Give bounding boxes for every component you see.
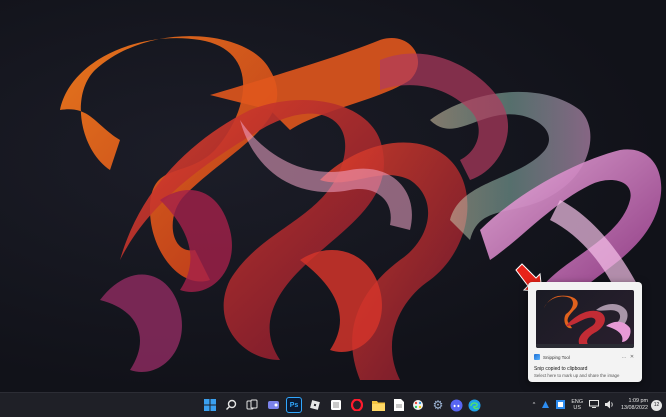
task-view-button[interactable] xyxy=(244,397,260,413)
app-icon xyxy=(331,400,341,410)
notification-header: Snipping Tool … ✕ xyxy=(534,352,636,362)
notification-title: Snip copied to clipboard xyxy=(534,366,588,372)
taskbar: Ps ⚙ ^ ENG US 1:09 pm 13/08/2022 12 xyxy=(0,392,666,417)
folder-icon xyxy=(371,400,385,411)
system-tray: ^ ENG US 1:09 pm 13/08/2022 12 xyxy=(530,393,666,417)
opera-icon xyxy=(351,399,363,411)
app-button[interactable] xyxy=(328,397,344,413)
tray-app-icon-2[interactable] xyxy=(556,399,566,411)
snipping-tool-icon xyxy=(534,354,540,360)
notification-count-badge[interactable]: 12 xyxy=(651,399,662,411)
volume-icon[interactable] xyxy=(605,400,615,411)
notification-app-name: Snipping Tool xyxy=(543,354,570,360)
photoshop-button[interactable]: Ps xyxy=(286,397,302,413)
tray-overflow-chevron[interactable]: ^ xyxy=(533,402,536,408)
language-indicator[interactable]: ENG US xyxy=(571,399,583,412)
opera-button[interactable] xyxy=(349,397,365,413)
task-view-icon xyxy=(246,399,258,410)
notification-subtitle[interactable]: Select here to mark up and share the ima… xyxy=(534,373,619,378)
notepad-button[interactable] xyxy=(391,397,407,413)
paint-button[interactable] xyxy=(410,397,426,413)
chat-button[interactable] xyxy=(265,397,281,413)
tray-app-icon[interactable] xyxy=(541,400,550,411)
snip-notification[interactable]: Snipping Tool … ✕ Snip copied to clipboa… xyxy=(528,282,642,382)
snip-thumbnail[interactable] xyxy=(536,290,634,348)
edge-icon xyxy=(468,399,480,411)
more-options-button[interactable]: … xyxy=(620,354,628,360)
close-notification-button[interactable]: ✕ xyxy=(628,354,636,360)
monitor-icon[interactable] xyxy=(589,400,600,410)
clock[interactable]: 1:09 pm 13/08/2022 xyxy=(621,398,648,413)
desktop[interactable]: Snipping Tool … ✕ Snip copied to clipboa… xyxy=(0,0,666,392)
discord-icon xyxy=(450,399,462,411)
roblox-button[interactable] xyxy=(307,397,323,413)
start-button[interactable] xyxy=(202,397,218,413)
windows-logo-icon xyxy=(204,399,216,411)
paint-icon xyxy=(413,400,423,410)
clock-date: 13/08/2022 xyxy=(621,405,648,411)
gear-icon: ⚙ xyxy=(432,398,444,412)
edge-button[interactable] xyxy=(466,397,482,413)
search-icon xyxy=(226,399,237,410)
photoshop-icon: Ps xyxy=(289,401,299,409)
roblox-icon xyxy=(310,400,320,410)
teams-chat-icon xyxy=(267,401,279,409)
file-explorer-button[interactable] xyxy=(370,397,386,413)
clock-time: 1:09 pm xyxy=(628,397,648,404)
settings-button[interactable]: ⚙ xyxy=(430,397,446,413)
search-button[interactable] xyxy=(223,397,239,413)
document-icon xyxy=(394,399,404,411)
discord-button[interactable] xyxy=(448,397,464,413)
